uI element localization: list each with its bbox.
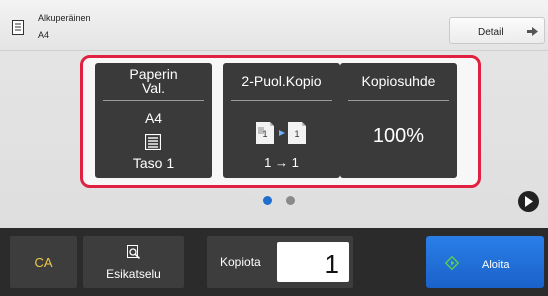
paper-tray-value: Taso 1 bbox=[132, 155, 175, 171]
copies-label: Kopiota bbox=[220, 255, 261, 269]
copy-ratio-value: 100% bbox=[372, 125, 425, 147]
start-diamond-icon bbox=[445, 256, 459, 270]
original-size: A4 bbox=[38, 30, 50, 40]
start-label: Aloita bbox=[482, 259, 510, 271]
divider bbox=[231, 100, 332, 101]
duplex-copy-tile[interactable]: 2-Puol.Kopio 1 1 1 → 1 bbox=[223, 63, 340, 178]
next-page-button[interactable] bbox=[518, 191, 539, 212]
paper-select-header-line1: Paperin bbox=[129, 66, 178, 82]
document-icon bbox=[12, 20, 24, 35]
duplex-copy-icon: 1 1 bbox=[256, 122, 306, 144]
page-indicator-2[interactable] bbox=[286, 196, 295, 205]
arrow-right-icon bbox=[527, 27, 538, 36]
preview-label: Esikatselu bbox=[106, 267, 161, 281]
duplex-copy-header: 2-Puol.Kopio bbox=[241, 73, 322, 89]
paper-size-value: A4 bbox=[144, 110, 163, 126]
duplex-mode-value: 1 → 1 bbox=[264, 155, 299, 170]
start-button[interactable]: Aloita bbox=[426, 236, 544, 288]
preview-magnifier-icon bbox=[127, 245, 141, 259]
copy-ratio-tile[interactable]: Kopiosuhde 100% bbox=[340, 63, 457, 178]
original-title: Alkuperäinen bbox=[38, 13, 91, 23]
divider bbox=[348, 100, 449, 101]
copies-input[interactable]: 1 bbox=[277, 242, 349, 282]
svg-text:1: 1 bbox=[262, 129, 267, 139]
clear-all-label: CA bbox=[34, 255, 53, 270]
paper-tray-icon bbox=[145, 134, 161, 150]
paper-select-header-line2: Val. bbox=[141, 80, 166, 96]
copies-control: Kopiota 1 bbox=[207, 236, 353, 288]
copies-value: 1 bbox=[324, 249, 339, 279]
detail-button-label: Detail bbox=[478, 27, 504, 38]
top-bar: Alkuperäinen A4 Detail bbox=[0, 0, 548, 51]
next-page-icon bbox=[525, 196, 533, 207]
paper-select-tile[interactable]: Paperin Val. A4 Taso 1 bbox=[95, 63, 212, 178]
divider bbox=[103, 100, 204, 101]
paper-select-header: Paperin Val. bbox=[95, 63, 212, 99]
copy-ratio-header: Kopiosuhde bbox=[361, 73, 436, 89]
clear-all-button[interactable]: CA bbox=[10, 236, 77, 288]
svg-text:1: 1 bbox=[294, 129, 299, 139]
page-indicator-1[interactable] bbox=[263, 196, 272, 205]
preview-button[interactable]: Esikatselu bbox=[83, 236, 184, 288]
detail-button[interactable]: Detail bbox=[449, 17, 545, 44]
